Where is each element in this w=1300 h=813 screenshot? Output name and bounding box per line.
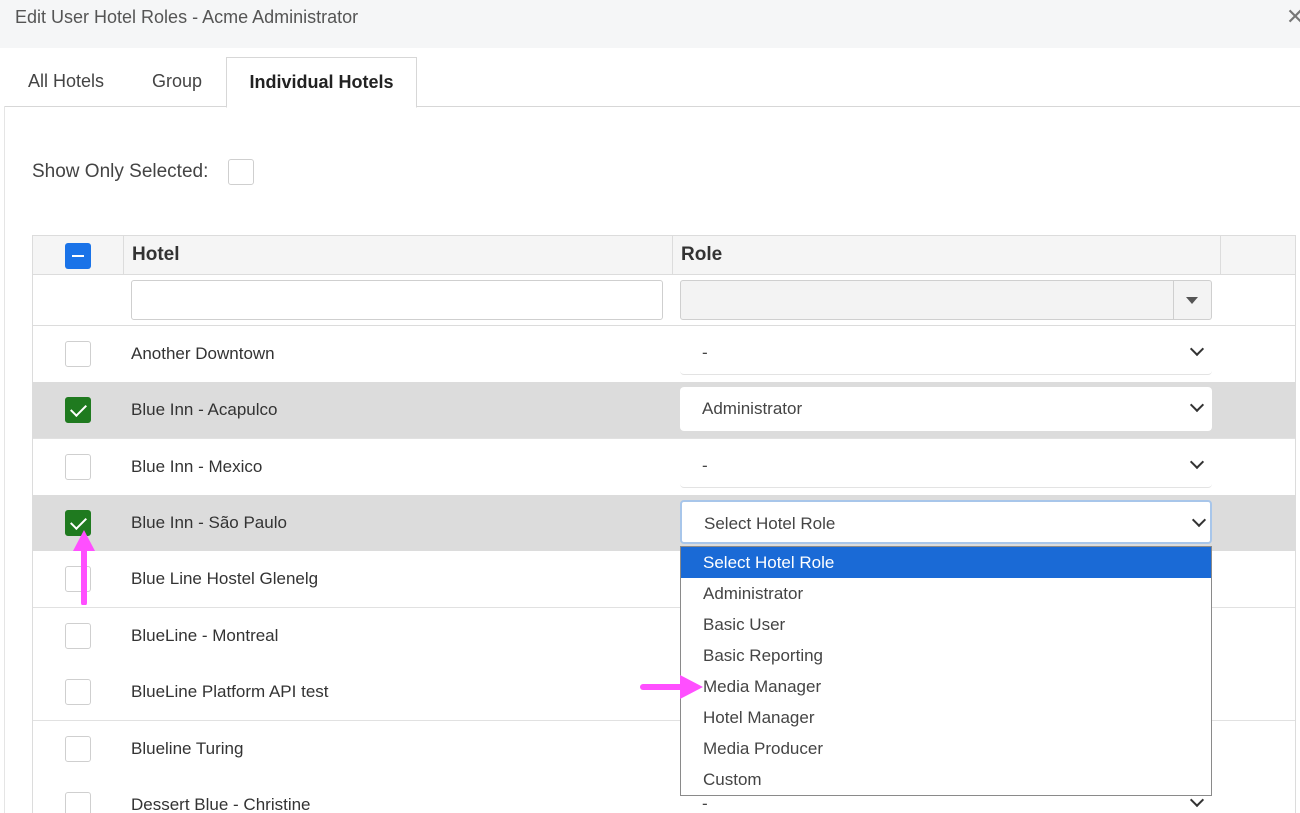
grid-header: Hotel Role <box>33 235 1295 276</box>
show-only-selected-label: Show Only Selected: <box>32 161 209 182</box>
hotel-name: Blue Inn - Acapulco <box>131 400 278 419</box>
role-option-administrator[interactable]: Administrator <box>681 578 1211 609</box>
row-checkbox[interactable] <box>65 792 91 813</box>
hotel-name: BlueLine - Montreal <box>131 626 279 645</box>
column-header-role[interactable]: Role <box>681 244 722 266</box>
role-option-basic-user[interactable]: Basic User <box>681 609 1211 640</box>
content-border <box>4 106 5 813</box>
hotel-name: Blue Inn - São Paulo <box>131 513 287 532</box>
role-value: - <box>702 794 708 813</box>
table-row: Blue Inn - Acapulco Administrator <box>33 382 1295 439</box>
hotel-filter-input[interactable] <box>131 280 663 320</box>
hotel-name: BlueLine Platform API test <box>131 682 329 701</box>
chevron-down-icon[interactable] <box>1189 341 1205 357</box>
role-filter-separator <box>1173 281 1174 319</box>
row-checkbox[interactable] <box>65 736 91 762</box>
hotel-name: Blue Inn - Mexico <box>131 457 263 476</box>
role-select[interactable]: - <box>680 444 1212 488</box>
column-header-hotel[interactable]: Hotel <box>132 244 180 266</box>
row-checkbox[interactable] <box>65 397 91 423</box>
row-checkbox[interactable] <box>65 679 91 705</box>
tab-group[interactable]: Group <box>128 57 226 107</box>
role-value: - <box>702 343 708 362</box>
role-option-media-manager[interactable]: Media Manager <box>681 671 1211 702</box>
role-option-basic-reporting[interactable]: Basic Reporting <box>681 640 1211 671</box>
chevron-down-icon[interactable] <box>1189 397 1205 413</box>
table-row: Blue Inn - São Paulo Select Hotel Role <box>33 495 1295 552</box>
chevron-down-icon[interactable] <box>1189 454 1205 470</box>
role-dropdown-list: Select Hotel Role Administrator Basic Us… <box>680 546 1212 796</box>
role-option-custom[interactable]: Custom <box>681 764 1211 795</box>
role-option-select-hotel-role[interactable]: Select Hotel Role <box>681 547 1211 578</box>
role-value: Select Hotel Role <box>704 514 836 533</box>
role-value: Administrator <box>702 399 803 418</box>
row-checkbox[interactable] <box>65 454 91 480</box>
role-filter-select[interactable] <box>680 280 1212 320</box>
dialog-titlebar: Edit User Hotel Roles - Acme Administrat… <box>0 0 1300 48</box>
select-all-checkbox[interactable] <box>65 243 91 269</box>
row-checkbox[interactable] <box>65 341 91 367</box>
show-only-selected-checkbox[interactable] <box>228 159 254 185</box>
role-value: - <box>702 456 708 475</box>
tab-bar: All Hotels Group Individual Hotels <box>4 57 1300 108</box>
role-option-hotel-manager[interactable]: Hotel Manager <box>681 702 1211 733</box>
caret-down-icon[interactable] <box>1186 297 1198 304</box>
column-divider <box>672 236 673 276</box>
role-select[interactable]: Select Hotel Role <box>680 500 1212 544</box>
dialog-title: Edit User Hotel Roles - Acme Administrat… <box>15 7 359 27</box>
tab-individual-hotels[interactable]: Individual Hotels <box>226 57 417 108</box>
column-divider <box>1220 236 1221 276</box>
column-divider <box>123 236 124 276</box>
chevron-down-icon[interactable] <box>1191 512 1207 528</box>
table-row: Blue Inn - Mexico - <box>33 439 1295 496</box>
filter-row <box>33 275 1295 326</box>
hotel-name: Blue Line Hostel Glenelg <box>131 569 319 588</box>
role-option-media-producer[interactable]: Media Producer <box>681 733 1211 764</box>
close-icon[interactable]: ✕ <box>1286 6 1300 28</box>
role-select[interactable]: - <box>680 331 1212 375</box>
annotation-arrow-right-icon <box>640 675 703 699</box>
hotel-name: Dessert Blue - Christine <box>131 795 311 813</box>
hotel-name: Blueline Turing <box>131 739 244 758</box>
table-row: Another Downtown - <box>33 326 1295 383</box>
tab-all-hotels[interactable]: All Hotels <box>4 57 128 107</box>
annotation-arrow-up-icon <box>73 530 95 605</box>
hotel-name: Another Downtown <box>131 344 275 363</box>
role-select[interactable]: Administrator <box>680 387 1212 431</box>
row-checkbox[interactable] <box>65 623 91 649</box>
